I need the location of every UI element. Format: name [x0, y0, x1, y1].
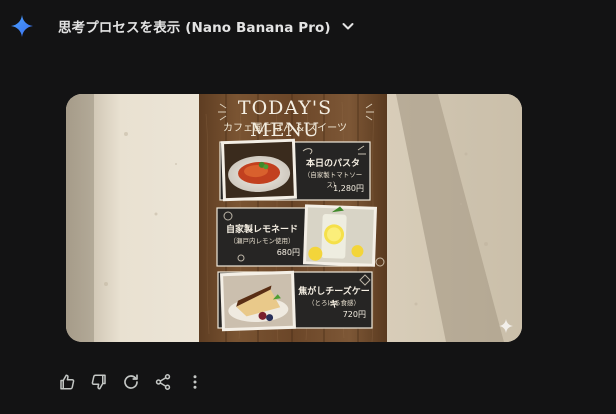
more-options-button[interactable]	[186, 373, 204, 391]
response-header: 思考プロセスを表示 (Nano Banana Pro)	[10, 13, 355, 39]
show-thinking-label: 思考プロセスを表示 (Nano Banana Pro)	[58, 20, 331, 36]
thumbs-down-button[interactable]	[90, 373, 108, 391]
menu-subtitle: カフェ風ごはん & スイーツ	[223, 123, 347, 134]
thumbs-up-icon[interactable]	[58, 373, 76, 391]
share-button[interactable]	[154, 373, 172, 391]
menu-item-price: 720円	[342, 310, 366, 319]
response-actions-toolbar	[58, 373, 218, 391]
show-thinking-toggle[interactable]: 思考プロセスを表示 (Nano Banana Pro)	[58, 16, 355, 36]
regenerate-icon[interactable]	[122, 373, 140, 391]
menu-item-price: 680円	[276, 248, 300, 257]
regenerate-button[interactable]	[122, 373, 140, 391]
menu-item-note: （瀬戸内レモン使用）	[229, 237, 295, 245]
menu-item-price: 1,280円	[333, 184, 364, 193]
menu-item-name: 自家製レモネード	[225, 225, 298, 235]
gemini-spark-icon	[11, 15, 33, 37]
thumbs-up-button[interactable]	[58, 373, 76, 391]
more-options-icon[interactable]	[186, 373, 204, 391]
generated-image[interactable]: TODAY'S MENU カフェ風ごはん & スイーツ 本日のパスタ （自家製ト…	[66, 94, 522, 342]
thumbs-down-icon[interactable]	[90, 373, 108, 391]
share-icon[interactable]	[154, 373, 172, 391]
menu-item-note: （とろける食感）	[308, 299, 360, 307]
chevron-down-icon[interactable]	[341, 19, 355, 33]
menu-item-name: 本日のパスタ	[305, 159, 360, 169]
